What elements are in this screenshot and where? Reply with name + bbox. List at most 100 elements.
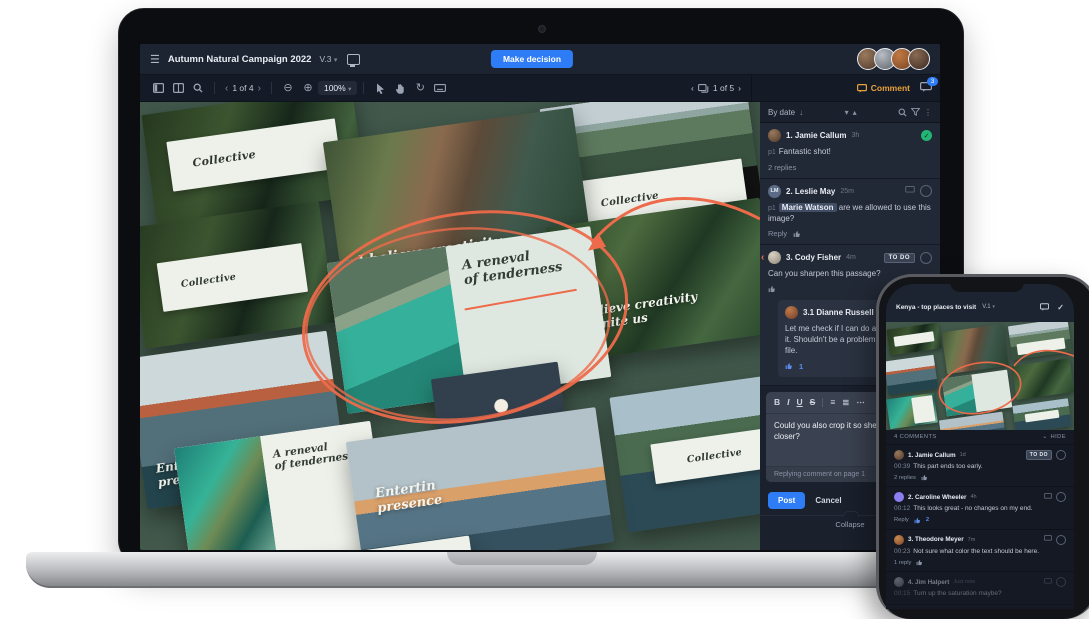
replies-link[interactable]: 2 replies bbox=[768, 163, 796, 172]
reply-link[interactable]: Reply bbox=[768, 229, 787, 238]
filter-icon[interactable] bbox=[911, 108, 920, 116]
resolve-toggle-icon[interactable] bbox=[920, 185, 932, 197]
comment-author: 1. Jamie Callum bbox=[908, 452, 956, 459]
sort-direction-icon[interactable]: ↓ bbox=[799, 108, 803, 117]
divider bbox=[271, 82, 272, 94]
comment-card[interactable]: 1. Jamie Callum 1d TO DO 00:39This part … bbox=[886, 445, 1074, 487]
italic-button[interactable]: I bbox=[787, 397, 789, 407]
slide-title: Collective bbox=[686, 446, 743, 465]
resolve-toggle-icon[interactable] bbox=[920, 252, 932, 264]
thumbs-up-icon[interactable] bbox=[793, 230, 801, 238]
resolve-toggle-icon[interactable] bbox=[1056, 450, 1066, 460]
video-timestamp[interactable]: 00:15 bbox=[894, 590, 910, 597]
sort-label[interactable]: By date bbox=[768, 108, 795, 117]
thumbs-up-icon[interactable] bbox=[768, 285, 776, 293]
zoom-level-value: 100% bbox=[324, 83, 346, 93]
todo-badge[interactable]: TO DO bbox=[1026, 450, 1052, 460]
comment-author: 3. Theodore Meyer bbox=[908, 536, 964, 543]
make-decision-button[interactable]: Make decision bbox=[491, 50, 573, 68]
version-selector[interactable]: V.3 ▾ bbox=[319, 54, 337, 64]
page-pager: ‹ 1 of 4 › bbox=[225, 83, 261, 94]
comment-card[interactable]: 4. Jim Halpert Just now 00:15Turn up the… bbox=[886, 572, 1074, 604]
collective-card: Collective bbox=[166, 118, 341, 192]
next-page-icon[interactable]: › bbox=[258, 83, 261, 94]
video-timestamp[interactable]: 00:12 bbox=[894, 505, 910, 512]
underline-button[interactable]: U bbox=[797, 397, 803, 407]
page-indicator: 1 of 4 bbox=[232, 83, 253, 93]
resolve-toggle-icon[interactable] bbox=[1056, 577, 1066, 587]
strikethrough-button[interactable]: S bbox=[810, 397, 816, 407]
hamburger-menu-icon[interactable]: ☰ bbox=[150, 53, 160, 66]
numbered-list-button[interactable]: ≣ bbox=[842, 397, 849, 408]
pointer-tool-icon[interactable] bbox=[372, 80, 388, 96]
todo-badge[interactable]: TO DO bbox=[884, 253, 915, 263]
keyboard-shortcuts-icon[interactable] bbox=[432, 80, 448, 96]
present-monitor-icon[interactable] bbox=[347, 54, 360, 65]
hide-caret-icon: ⌄ bbox=[1042, 434, 1047, 440]
thumbs-up-icon[interactable] bbox=[916, 559, 923, 566]
resolve-toggle-icon[interactable] bbox=[1056, 535, 1066, 545]
phone-comment-icon[interactable] bbox=[1040, 303, 1049, 311]
phone-document-title: Kenya - top places to visit bbox=[896, 304, 976, 311]
more-formatting-button[interactable]: ⋯ bbox=[856, 397, 865, 408]
zoom-out-icon[interactable]: ⊖ bbox=[280, 80, 296, 96]
hide-comments-button[interactable]: HIDE bbox=[1051, 434, 1066, 440]
reply-bubble-icon[interactable] bbox=[1044, 535, 1052, 544]
replies-link[interactable]: 1 reply bbox=[894, 560, 911, 566]
comment-text: Turn up the saturation maybe? bbox=[913, 590, 1001, 597]
bullet-list-button[interactable]: ≡ bbox=[830, 397, 835, 407]
comment-card[interactable]: LM 2. Leslie May 25m p1Marie Watson are … bbox=[760, 179, 940, 246]
phone-mockup: Kenya - top places to visit V.1 ▾ ✓ bbox=[876, 274, 1089, 619]
mini-slide bbox=[941, 324, 1008, 374]
comment-card[interactable]: 2. Caroline Wheeler 4h 00:12This looks g… bbox=[886, 487, 1074, 529]
hand-tool-icon[interactable] bbox=[392, 80, 408, 96]
zoom-in-icon[interactable]: ⊕ bbox=[300, 80, 316, 96]
collective-card: Collective bbox=[157, 243, 308, 312]
video-timestamp[interactable]: 00:23 bbox=[894, 548, 910, 555]
post-button[interactable]: Post bbox=[768, 492, 805, 509]
search-icon[interactable] bbox=[190, 80, 206, 96]
phone-version-selector[interactable]: V.1 ▾ bbox=[982, 304, 995, 310]
thumbs-up-icon[interactable] bbox=[921, 474, 928, 481]
chat-icon[interactable]: 3 bbox=[920, 82, 932, 94]
reply-bubble-icon[interactable] bbox=[1044, 578, 1052, 587]
resolved-check-icon[interactable]: ✓ bbox=[921, 130, 932, 141]
chevron-down-icon: ▾ bbox=[348, 86, 351, 93]
phone-approve-check-icon[interactable]: ✓ bbox=[1057, 303, 1064, 312]
bold-button[interactable]: B bbox=[774, 397, 780, 407]
panel-left-icon[interactable] bbox=[150, 80, 166, 96]
page-tag: p1 bbox=[768, 205, 776, 212]
design-canvas[interactable]: Collective Collective I believe creativi… bbox=[140, 102, 760, 550]
mini-slide bbox=[886, 323, 941, 356]
reply-bubble-icon[interactable] bbox=[905, 186, 915, 196]
avatar bbox=[894, 450, 904, 460]
reply-link[interactable]: Reply bbox=[894, 517, 909, 523]
comment-card[interactable]: 1. Jamie Callum 3h ✓ p1Fantastic shot! 2… bbox=[760, 123, 940, 179]
add-comment-button[interactable]: Comment bbox=[857, 83, 910, 93]
collapse-all-icon[interactable]: ▾ bbox=[845, 108, 849, 117]
next-slide-icon[interactable]: › bbox=[738, 83, 741, 93]
thumbs-up-icon[interactable] bbox=[914, 517, 921, 524]
mention-chip[interactable]: Marie Watson bbox=[779, 203, 837, 212]
cancel-button[interactable]: Cancel bbox=[815, 496, 841, 505]
comment-card[interactable]: 3. Theodore Meyer 7m 00:23Not sure what … bbox=[886, 530, 1074, 572]
expand-all-icon[interactable]: ▴ bbox=[853, 108, 857, 117]
resolve-toggle-icon[interactable] bbox=[1056, 492, 1066, 502]
zoom-level-dropdown[interactable]: 100% ▾ bbox=[318, 81, 357, 95]
thumbs-up-icon[interactable] bbox=[785, 362, 793, 370]
comment-text: This part ends too early. bbox=[913, 463, 982, 470]
grid-view-icon[interactable] bbox=[170, 80, 186, 96]
prev-page-icon[interactable]: ‹ bbox=[225, 83, 228, 94]
phone-canvas[interactable] bbox=[886, 322, 1074, 430]
prev-slide-icon[interactable]: ‹ bbox=[691, 83, 694, 93]
replies-link[interactable]: 2 replies bbox=[894, 475, 916, 481]
avatar[interactable] bbox=[908, 48, 930, 70]
search-comments-icon[interactable] bbox=[898, 108, 907, 117]
video-timestamp[interactable]: 00:39 bbox=[894, 463, 910, 470]
kebab-menu-icon[interactable]: ⋮ bbox=[924, 108, 932, 117]
avatar bbox=[894, 492, 904, 502]
reply-bubble-icon[interactable] bbox=[1044, 493, 1052, 502]
slide-title: Collective bbox=[600, 190, 659, 209]
rotate-icon[interactable]: ↻ bbox=[412, 80, 428, 96]
laptop-camera bbox=[538, 25, 546, 33]
